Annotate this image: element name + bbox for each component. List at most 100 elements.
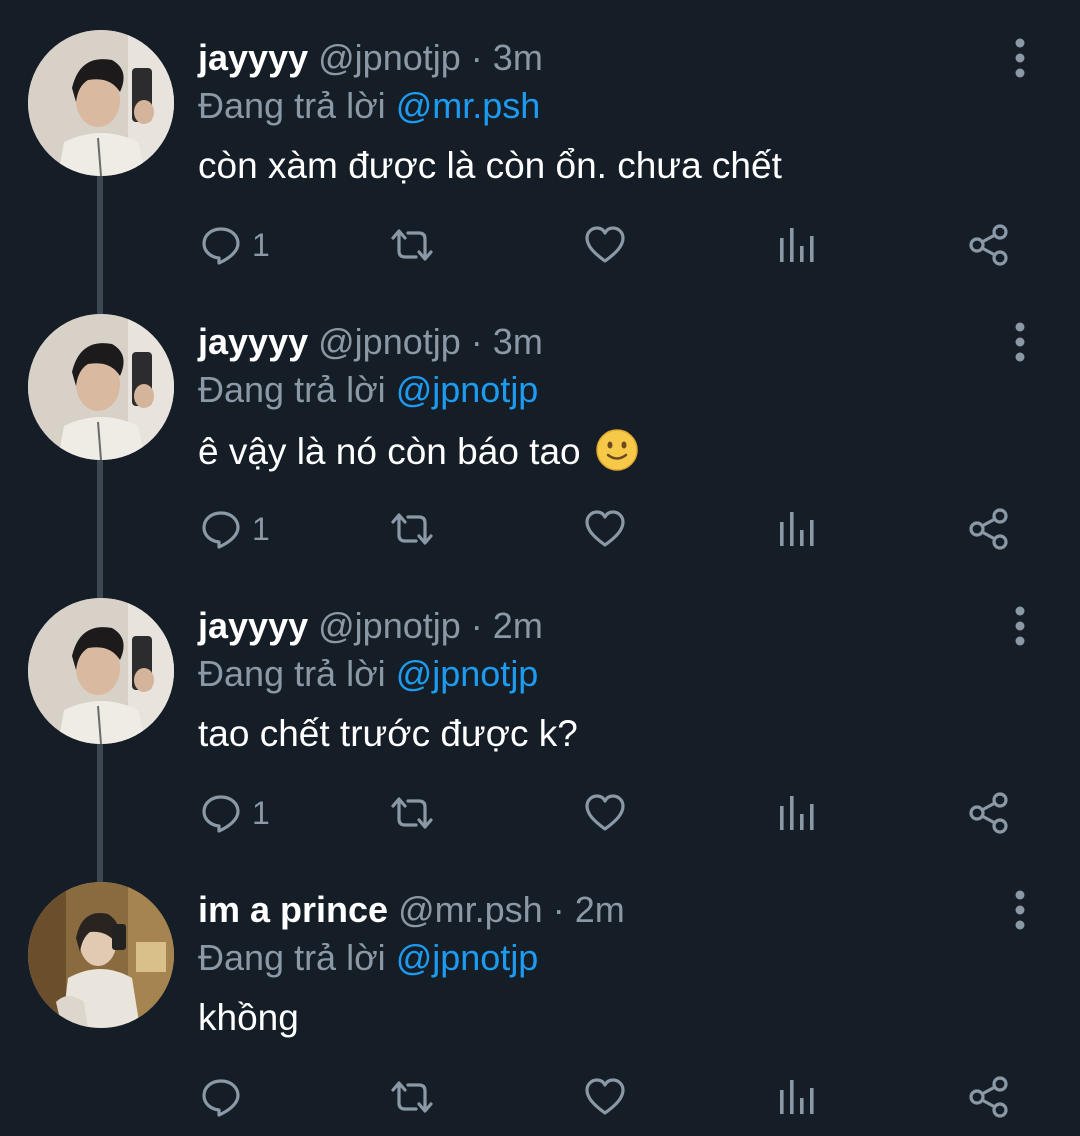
reply-context: Đang trả lời @jpnotjp <box>198 936 538 980</box>
reply-context: Đang trả lời @jpnotjp <box>198 652 538 696</box>
timestamp[interactable]: 2m <box>493 605 543 646</box>
retweet-button[interactable] <box>388 220 436 270</box>
action-bar: 1 <box>0 220 1080 270</box>
speech-bubble-icon <box>202 1079 240 1117</box>
action-bar <box>0 1072 1080 1122</box>
speech-bubble-icon <box>202 511 240 549</box>
display-name[interactable]: jayyyy <box>198 321 308 362</box>
user-handle[interactable]: @jpnotjp <box>318 37 461 78</box>
like-button[interactable] <box>584 1072 626 1122</box>
share-button[interactable] <box>968 504 1010 554</box>
speech-bubble-icon <box>202 227 240 265</box>
views-button[interactable] <box>778 1072 816 1122</box>
retweet-icon <box>391 1081 433 1113</box>
reply-thread: jayyyy @jpnotjp · 3m Đang trả lời @mr.ps… <box>0 0 1080 1134</box>
tweet-text: tao chết trước được k? <box>198 713 578 754</box>
reply-to-mention[interactable]: @jpnotjp <box>396 653 539 694</box>
share-icon <box>969 792 1008 834</box>
timestamp[interactable]: 2m <box>575 889 625 930</box>
bar-chart-icon <box>780 796 814 830</box>
avatar[interactable] <box>28 598 174 744</box>
action-bar: 1 <box>0 788 1080 838</box>
bar-chart-icon <box>780 512 814 546</box>
user-handle[interactable]: @mr.psh <box>398 889 543 930</box>
vertical-dots-icon <box>1015 890 1025 930</box>
separator-dot: · <box>470 605 483 646</box>
reply-prefix: Đang trả lời <box>198 369 386 410</box>
bar-chart-icon <box>780 1080 814 1114</box>
speech-bubble-icon <box>202 795 240 833</box>
tweet[interactable]: jayyyy @jpnotjp · 2m Đang trả lời @jpnot… <box>0 568 1080 852</box>
tweet-header: jayyyy @jpnotjp · 3m <box>198 320 543 364</box>
tweet[interactable]: jayyyy @jpnotjp · 3m Đang trả lời @jpnot… <box>0 284 1080 568</box>
like-button[interactable] <box>584 504 626 554</box>
avatar[interactable] <box>28 882 174 1028</box>
reply-to-mention[interactable]: @jpnotjp <box>396 369 539 410</box>
separator-dot: · <box>470 37 483 78</box>
retweet-icon <box>391 513 433 545</box>
action-bar: 1 <box>0 504 1080 554</box>
retweet-icon <box>391 797 433 829</box>
tweet-text: ê vậy là nó còn báo tao <box>198 431 581 472</box>
bar-chart-icon <box>780 228 814 262</box>
like-button[interactable] <box>584 220 626 270</box>
heart-icon <box>585 510 625 547</box>
separator-dot: · <box>470 321 483 362</box>
reply-button[interactable]: 1 <box>200 504 270 554</box>
tweet-header: jayyyy @jpnotjp · 3m <box>198 36 543 80</box>
vertical-dots-icon <box>1015 606 1025 646</box>
retweet-button[interactable] <box>388 1072 436 1122</box>
tweet-text-container: ê vậy là nó còn báo tao <box>198 428 639 474</box>
display-name[interactable]: im a prince <box>198 889 388 930</box>
timestamp[interactable]: 3m <box>493 37 543 78</box>
retweet-icon <box>391 229 433 261</box>
share-icon <box>969 224 1008 266</box>
tweet-text: còn xàm được là còn ổn. chưa chết <box>198 145 782 186</box>
share-icon <box>969 1076 1008 1118</box>
more-options-button[interactable] <box>1008 38 1032 78</box>
views-button[interactable] <box>778 788 816 838</box>
vertical-dots-icon <box>1015 38 1025 78</box>
tweet-text: khồng <box>198 997 299 1038</box>
like-button[interactable] <box>584 788 626 838</box>
timestamp[interactable]: 3m <box>493 321 543 362</box>
more-options-button[interactable] <box>1008 606 1032 646</box>
reply-count: 1 <box>252 226 270 263</box>
reply-button[interactable]: 1 <box>200 220 270 270</box>
tweet-header: jayyyy @jpnotjp · 2m <box>198 604 543 648</box>
slightly-smiling-face-emoji <box>596 429 638 471</box>
reply-context: Đang trả lời @mr.psh <box>198 84 540 128</box>
vertical-dots-icon <box>1015 322 1025 362</box>
reply-to-mention[interactable]: @jpnotjp <box>396 937 539 978</box>
separator-dot: · <box>552 889 565 930</box>
share-icon <box>969 508 1008 550</box>
reply-prefix: Đang trả lời <box>198 85 386 126</box>
views-button[interactable] <box>778 504 816 554</box>
reply-count: 1 <box>252 510 270 547</box>
heart-icon <box>585 794 625 831</box>
avatar[interactable] <box>28 30 174 176</box>
reply-button[interactable] <box>200 1072 252 1122</box>
avatar[interactable] <box>28 314 174 460</box>
share-button[interactable] <box>968 1072 1010 1122</box>
tweet-header: im a prince @mr.psh · 2m <box>198 888 625 932</box>
more-options-button[interactable] <box>1008 890 1032 930</box>
more-options-button[interactable] <box>1008 322 1032 362</box>
display-name[interactable]: jayyyy <box>198 605 308 646</box>
user-handle[interactable]: @jpnotjp <box>318 321 461 362</box>
retweet-button[interactable] <box>388 504 436 554</box>
reply-prefix: Đang trả lời <box>198 653 386 694</box>
share-button[interactable] <box>968 220 1010 270</box>
display-name[interactable]: jayyyy <box>198 37 308 78</box>
views-button[interactable] <box>778 220 816 270</box>
reply-context: Đang trả lời @jpnotjp <box>198 368 538 412</box>
reply-button[interactable]: 1 <box>200 788 270 838</box>
tweet[interactable]: jayyyy @jpnotjp · 3m Đang trả lời @mr.ps… <box>0 0 1080 284</box>
reply-count: 1 <box>252 794 270 831</box>
share-button[interactable] <box>968 788 1010 838</box>
tweet[interactable]: im a prince @mr.psh · 2m Đang trả lời @j… <box>0 852 1080 1136</box>
reply-to-mention[interactable]: @mr.psh <box>396 85 541 126</box>
heart-icon <box>585 1078 625 1115</box>
retweet-button[interactable] <box>388 788 436 838</box>
user-handle[interactable]: @jpnotjp <box>318 605 461 646</box>
